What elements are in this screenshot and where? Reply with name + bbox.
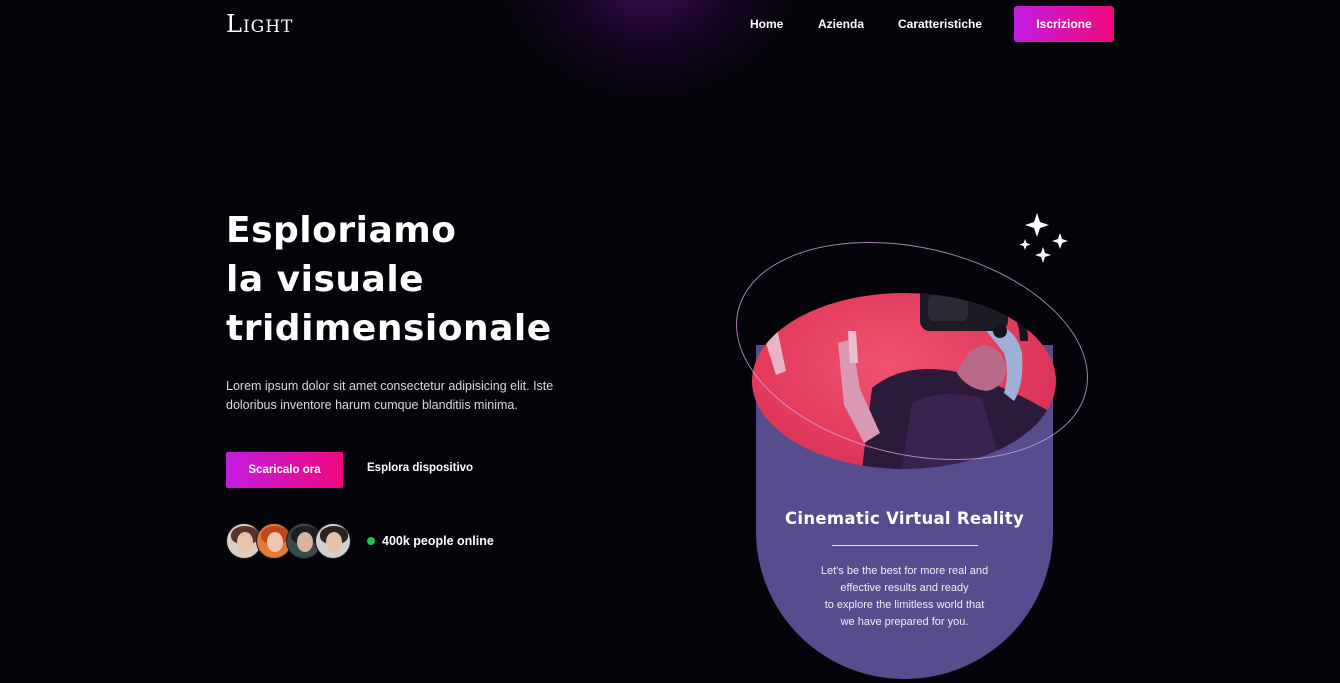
nav-link-azienda[interactable]: Azienda (818, 17, 864, 31)
nav-link-caratteristiche[interactable]: Caratteristiche (898, 17, 982, 31)
logo[interactable]: Light (226, 10, 293, 38)
signup-button[interactable]: Iscrizione (1014, 6, 1114, 42)
hero-title-line: la visuale (226, 259, 425, 300)
hero-title-line: Esploriamo (226, 210, 457, 251)
sparkles-icon (1019, 213, 1068, 263)
online-count: 400k people online (382, 534, 494, 548)
landing-page: Light Home Azienda Caratteristiche Iscri… (0, 0, 1340, 683)
card-text-line: Let's be the best for more real and (820, 565, 989, 577)
card-divider (832, 545, 978, 546)
hero-title: Esploriamo la visuale tridimensionale (226, 206, 646, 353)
card-text-line: effective results and ready (840, 582, 969, 594)
nav-link-home[interactable]: Home (750, 17, 783, 31)
avatar (315, 523, 351, 559)
card-title: Cinematic Virtual Reality (784, 509, 1025, 528)
hero-description: Lorem ipsum dolor sit amet consectetur a… (226, 379, 554, 412)
card-text-line: we have prepared for you. (840, 616, 969, 628)
background-glow (500, 0, 800, 100)
explore-device-button[interactable]: Esplora dispositivo (367, 462, 473, 474)
online-dot (367, 537, 375, 545)
card-text-line: to explore the limitless world that (824, 599, 985, 611)
online-status: 400k people online (367, 534, 494, 548)
download-button[interactable]: Scaricalo ora (226, 452, 343, 488)
card-text: Let's be the best for more real and effe… (796, 563, 1013, 631)
avatar-group (226, 523, 356, 561)
hero-title-line: tridimensionale (226, 308, 552, 349)
